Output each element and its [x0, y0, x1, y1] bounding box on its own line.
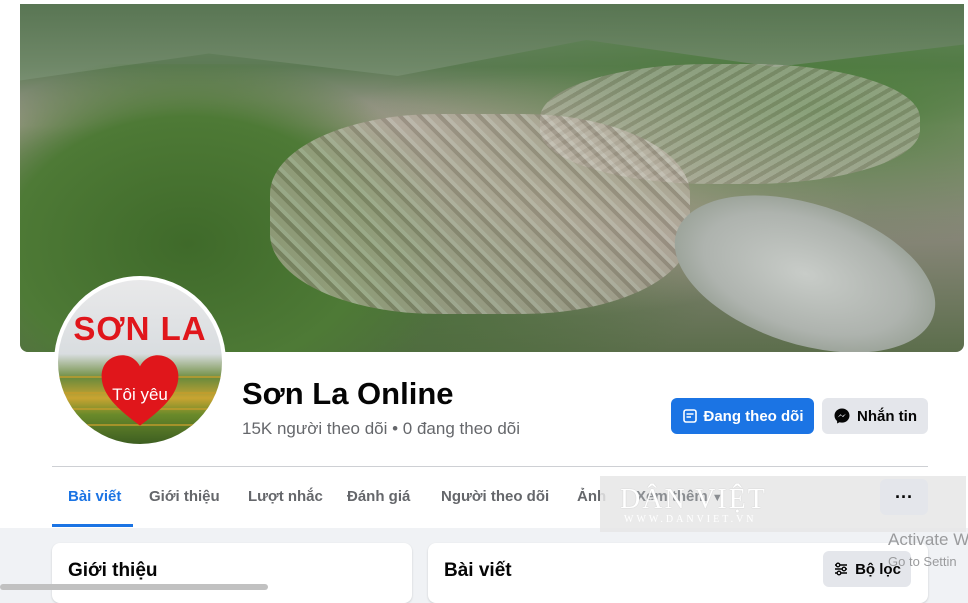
- messenger-icon: [834, 408, 850, 424]
- following-label: Đang theo dõi: [703, 407, 804, 425]
- following-icon: [682, 409, 697, 423]
- avatar-title: SƠN LA: [73, 310, 207, 347]
- tab-reviews[interactable]: Đánh giá: [347, 488, 410, 505]
- avatar-heart-text: Tôi yêu: [112, 385, 168, 404]
- horizontal-scrollbar[interactable]: [0, 584, 268, 590]
- cover-city-near: [270, 114, 690, 314]
- intro-card: Giới thiệu: [52, 543, 412, 603]
- active-tab-indicator: [52, 524, 133, 527]
- posts-card: Bài viết Bộ lọc: [428, 543, 928, 603]
- watermark-url: WWW.DANVIET.VN: [624, 514, 757, 525]
- filter-icon: [835, 562, 848, 576]
- following-button[interactable]: Đang theo dõi: [671, 398, 814, 434]
- posts-card-title: Bài viết: [444, 560, 512, 581]
- message-button[interactable]: Nhắn tin: [822, 398, 928, 434]
- message-label: Nhắn tin: [857, 407, 917, 425]
- activate-windows-title: Activate W: [888, 530, 968, 549]
- tab-followers[interactable]: Người theo dõi: [441, 488, 549, 505]
- tab-mentions[interactable]: Lượt nhắc: [248, 488, 323, 505]
- page-name: Sơn La Online: [242, 376, 454, 411]
- follower-count[interactable]: 15K người theo dõi • 0 đang theo dõi: [242, 419, 520, 439]
- cover-lake: [654, 165, 956, 352]
- more-options-button[interactable]: ···: [880, 479, 928, 515]
- activate-windows-subtitle: Go to Settin: [888, 554, 957, 569]
- intro-card-title: Giới thiệu: [68, 560, 158, 581]
- tab-posts[interactable]: Bài viết: [68, 488, 121, 505]
- tab-about[interactable]: Giới thiệu: [149, 488, 220, 505]
- profile-picture[interactable]: SƠN LA Tôi yêu: [54, 276, 226, 448]
- header-divider: [52, 466, 928, 467]
- avatar: SƠN LA Tôi yêu: [58, 280, 222, 444]
- watermark-logo-text: DÂN VIỆT: [620, 484, 767, 515]
